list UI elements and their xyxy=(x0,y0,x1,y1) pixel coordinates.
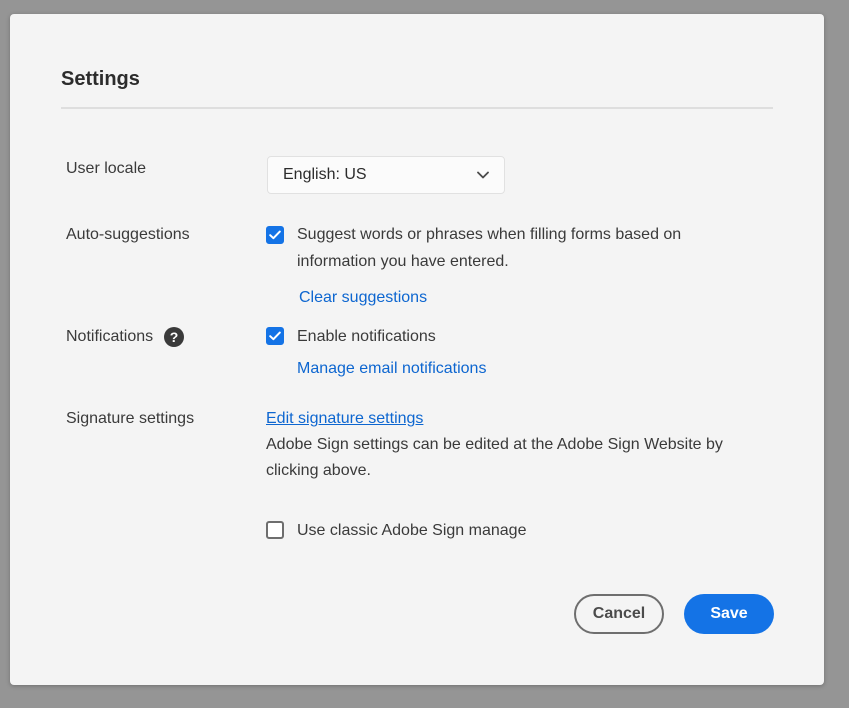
signature-info-line1: Adobe Sign settings can be edited at the… xyxy=(266,436,723,453)
settings-dialog: Settings User locale English: US Auto-su… xyxy=(10,14,824,685)
chevron-down-icon xyxy=(477,169,489,181)
enable-notifications-text: Enable notifications xyxy=(297,328,436,345)
cancel-button[interactable]: Cancel xyxy=(574,594,664,634)
signature-info-line2: clicking above. xyxy=(266,462,371,479)
user-locale-select[interactable]: English: US xyxy=(267,156,505,194)
edit-signature-settings-link[interactable]: Edit signature settings xyxy=(266,410,423,428)
help-icon[interactable]: ? xyxy=(164,327,184,347)
dialog-title: Settings xyxy=(61,68,140,90)
clear-suggestions-link[interactable]: Clear suggestions xyxy=(299,289,427,307)
save-button[interactable]: Save xyxy=(684,594,774,634)
auto-suggestions-text-line1: Suggest words or phrases when filling fo… xyxy=(297,226,682,243)
user-locale-label: User locale xyxy=(66,160,147,177)
checkmark-icon xyxy=(269,331,281,341)
notifications-label: Notifications xyxy=(66,328,154,345)
classic-adobe-sign-checkbox[interactable] xyxy=(266,521,284,539)
enable-notifications-checkbox[interactable] xyxy=(266,327,284,345)
classic-adobe-sign-text: Use classic Adobe Sign manage xyxy=(297,522,527,539)
checkmark-icon xyxy=(269,230,281,240)
auto-suggestions-checkbox[interactable] xyxy=(266,226,284,244)
manage-email-notifications-link[interactable]: Manage email notifications xyxy=(297,360,486,378)
auto-suggestions-text-line2: information you have entered. xyxy=(297,253,509,270)
user-locale-value: English: US xyxy=(283,166,367,183)
title-divider xyxy=(61,107,773,109)
auto-suggestions-label: Auto-suggestions xyxy=(66,226,190,243)
signature-settings-label: Signature settings xyxy=(66,410,195,427)
